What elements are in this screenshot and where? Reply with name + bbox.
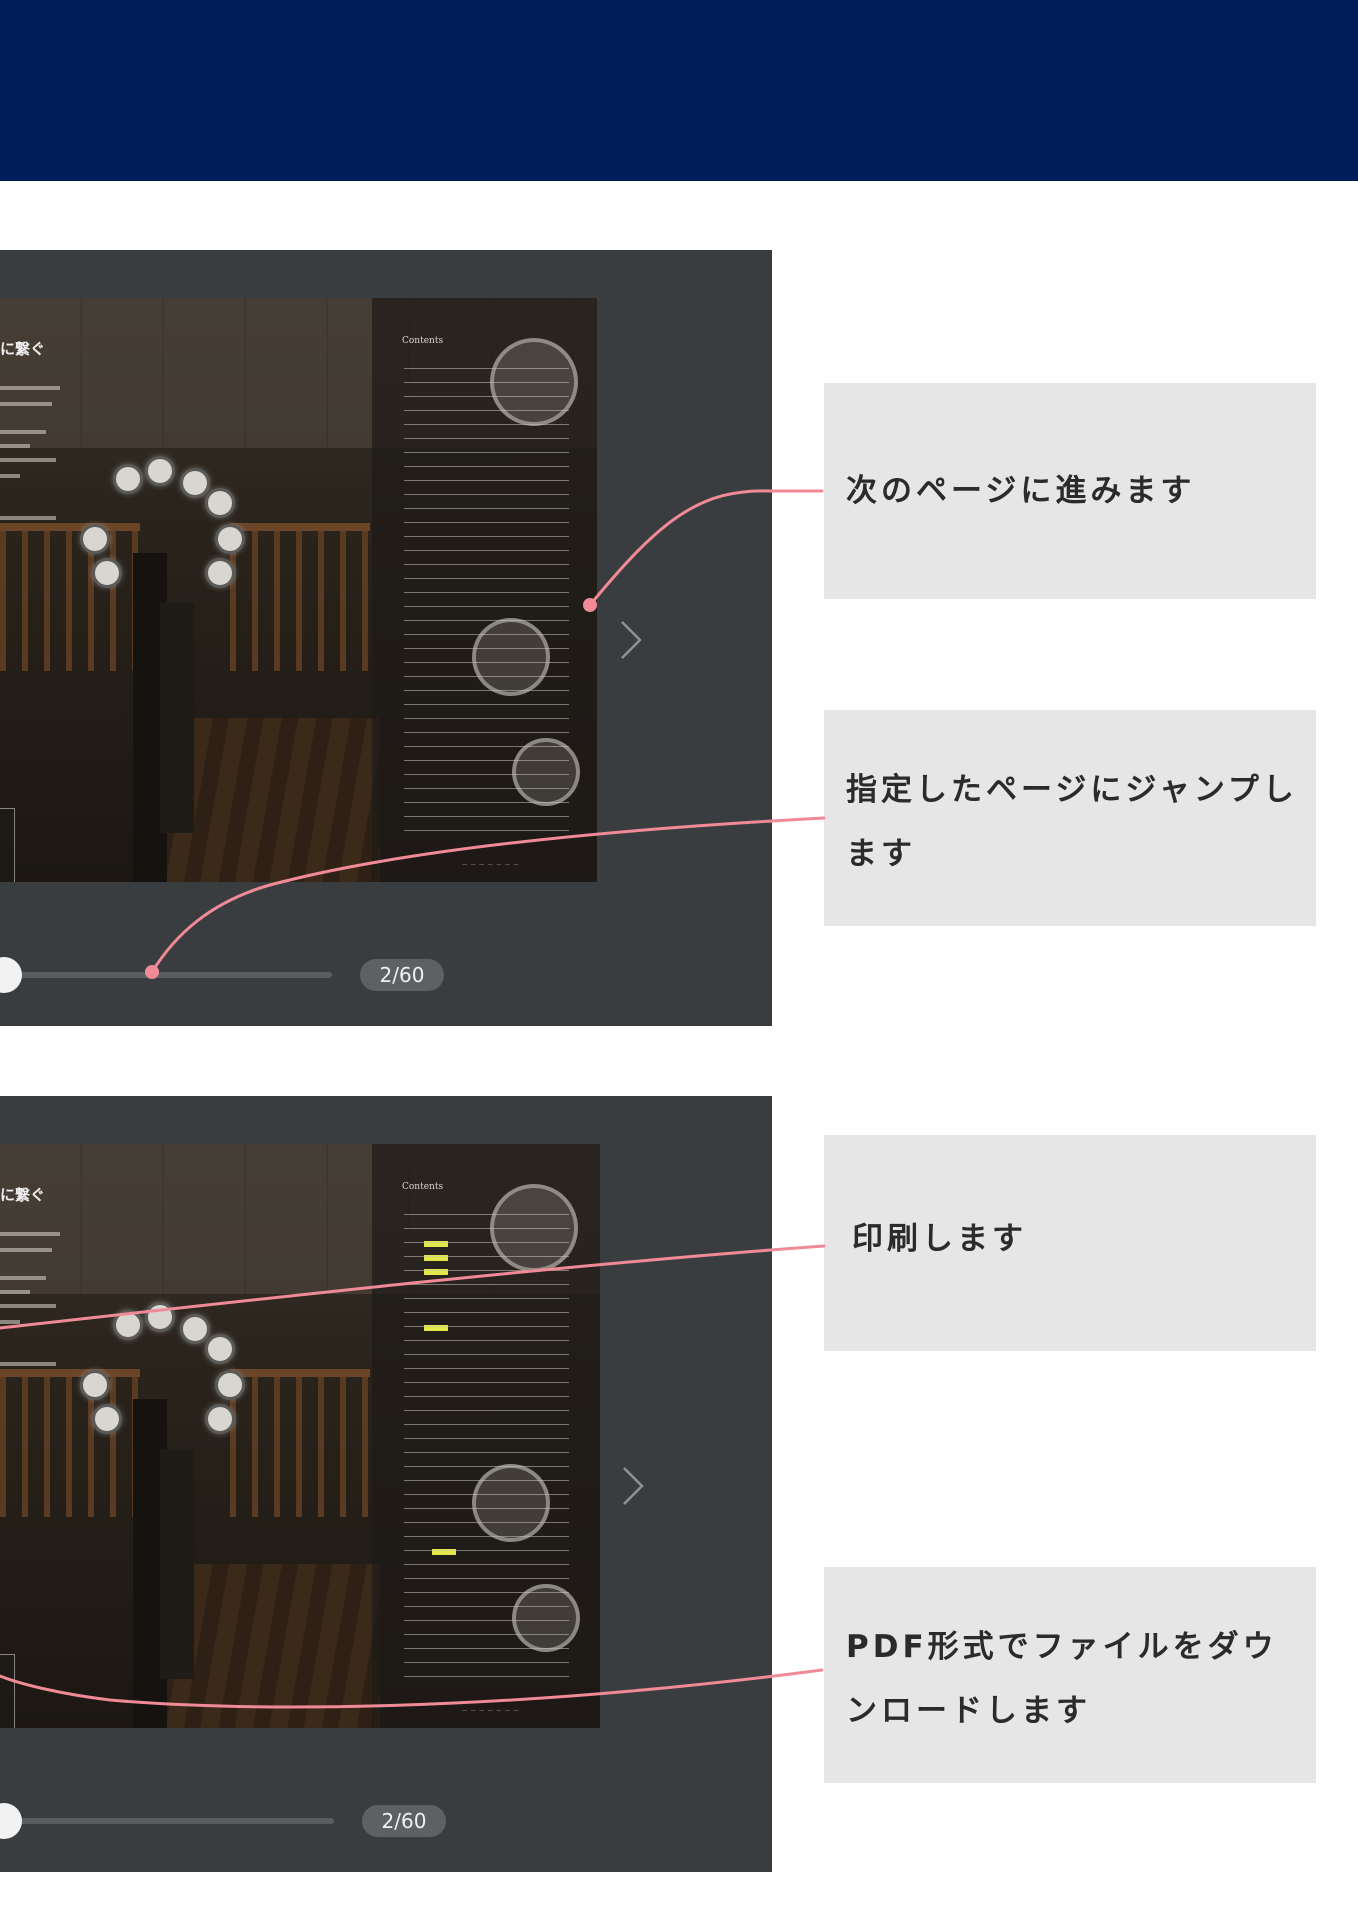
clock-image (145, 1302, 175, 1332)
clock-image (205, 558, 235, 588)
callout-next-page: 次のページに進みます (824, 383, 1316, 599)
page-image: に繋ぐ Contents — — — — — — — (0, 298, 597, 882)
contents-overlay: Contents — — — — — — — (372, 1144, 600, 1728)
callout-text: 指定したページにジャンプします (846, 772, 1298, 872)
page-counter: 2/60 (362, 1805, 446, 1837)
chevron-right-icon (623, 1467, 644, 1505)
clock-image (180, 1314, 210, 1344)
page-slider-track[interactable] (0, 972, 332, 978)
page-slider-thumb[interactable] (0, 1803, 22, 1839)
contents-title: Contents (402, 1182, 444, 1192)
clock-image (145, 456, 175, 486)
clock-image (215, 1370, 245, 1400)
callout-text: 次のページに進みます (846, 473, 1196, 509)
page-counter: 2/60 (360, 959, 444, 991)
contents-title: Contents (402, 336, 444, 346)
clock-image (92, 1404, 122, 1434)
page-heading: に繋ぐ (0, 340, 46, 358)
clock-image (92, 558, 122, 588)
page-viewer-bottom: に繋ぐ Contents — — — — — — — 2/60 (0, 1096, 772, 1872)
contents-overlay: Contents — — — — — — — (372, 298, 597, 882)
callout-print: 印刷します (824, 1135, 1316, 1351)
clock-image (180, 468, 210, 498)
callout-jump-page: 指定したページにジャンプします (824, 710, 1316, 926)
callout-text: 印刷します (852, 1221, 1027, 1257)
page-heading: に繋ぐ (0, 1186, 46, 1204)
clock-image (205, 1404, 235, 1434)
clock-image (215, 524, 245, 554)
clock-image (80, 524, 110, 554)
clock-image (113, 464, 143, 494)
header-bar (0, 0, 1358, 181)
clock-image (113, 1310, 143, 1340)
page-image: に繋ぐ Contents — — — — — — — (0, 1144, 600, 1728)
next-page-button[interactable] (614, 1462, 650, 1510)
next-page-button[interactable] (612, 616, 648, 664)
clock-image (205, 488, 235, 518)
clock-image (80, 1370, 110, 1400)
chevron-right-icon (621, 621, 642, 659)
clock-image (205, 1334, 235, 1364)
callout-download-pdf: PDF形式でファイルをダウンロードします (824, 1567, 1316, 1783)
callout-text: PDF形式でファイルをダウンロードします (846, 1629, 1278, 1729)
page-slider-thumb[interactable] (0, 957, 22, 993)
page-slider-track[interactable] (0, 1818, 334, 1824)
page-viewer-top: に繋ぐ Contents — — — — — — — 2/60 (0, 250, 772, 1026)
